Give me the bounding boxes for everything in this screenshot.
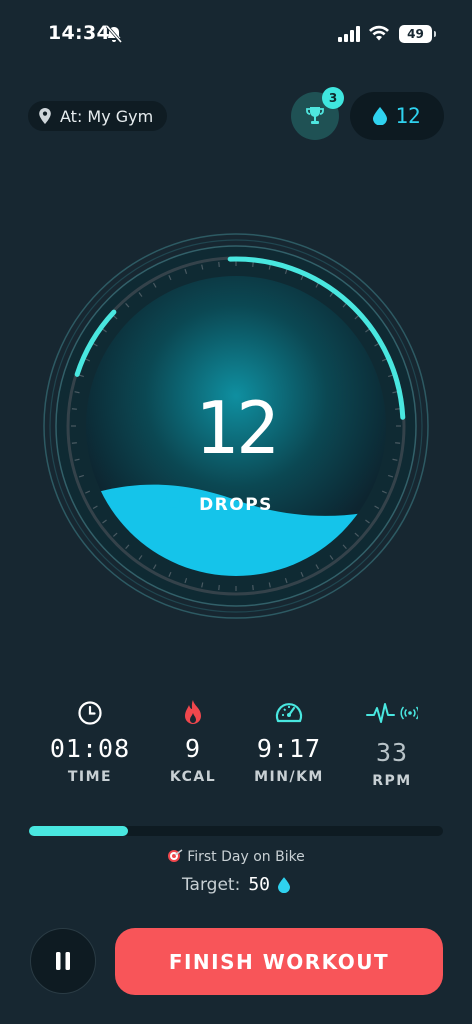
achievement-line: First Day on Bike <box>0 849 472 865</box>
metric-time-label: TIME <box>67 769 113 785</box>
drops-value: 12 <box>194 386 280 470</box>
metric-rpm-label: RPM <box>372 773 412 789</box>
gauge-tick <box>218 261 220 267</box>
drops-balance[interactable]: 12 <box>350 92 444 140</box>
speedometer-icon <box>275 703 303 723</box>
metric-kcal: 9 KCAL <box>138 698 248 785</box>
gauge-tick <box>395 442 401 444</box>
bell-off-icon <box>105 25 123 43</box>
metric-pace-value: 9:17 <box>256 734 322 763</box>
status-time: 14:34 <box>48 22 110 44</box>
target-icon <box>168 849 183 862</box>
flame-icon <box>185 700 201 724</box>
metric-time: 01:08 TIME <box>35 698 145 785</box>
metric-kcal-value: 9 <box>184 734 202 763</box>
location-pin-icon <box>39 108 51 124</box>
wifi-icon <box>369 25 389 41</box>
drops-unit-label: DROPS <box>199 495 273 515</box>
metric-kcal-label: KCAL <box>169 769 217 785</box>
signal-icon <box>338 26 360 42</box>
achievement-text: First Day on Bike <box>187 849 305 865</box>
pause-icon <box>56 952 70 970</box>
gauge-tick <box>218 585 220 591</box>
water-drop-icon <box>278 876 290 893</box>
clock-icon <box>78 701 102 725</box>
gauge-tick <box>395 408 401 410</box>
target-row: Target: 50 <box>0 874 472 895</box>
pause-button[interactable] <box>30 928 96 994</box>
metric-pace: 9:17 MIN/KM <box>234 698 344 785</box>
gauge-tick <box>252 261 254 267</box>
drops-balance-count: 12 <box>395 104 421 128</box>
goal-progress-fill <box>29 826 129 836</box>
gauge-tick <box>71 442 77 444</box>
heart-rate-icon <box>366 703 418 723</box>
finish-workout-button[interactable]: FINISH WORKOUT <box>115 928 443 995</box>
location-label: At: My Gym <box>60 106 154 126</box>
metric-pace-label: MIN/KM <box>254 769 324 785</box>
gauge-tick <box>252 585 254 591</box>
battery-indicator: 49 <box>399 25 436 43</box>
achievements-badge: 3 <box>322 87 344 109</box>
target-value: 50 <box>248 874 270 895</box>
metric-time-value: 01:08 <box>49 734 131 763</box>
metric-rpm-value: 33 <box>375 738 409 767</box>
water-drop-icon <box>373 107 388 125</box>
trophy-icon <box>306 107 324 124</box>
location-pill[interactable]: At: My Gym <box>28 101 168 131</box>
gauge-tick <box>71 408 77 410</box>
metric-rpm: 33 RPM <box>337 698 447 789</box>
target-label: Target: <box>181 874 241 895</box>
